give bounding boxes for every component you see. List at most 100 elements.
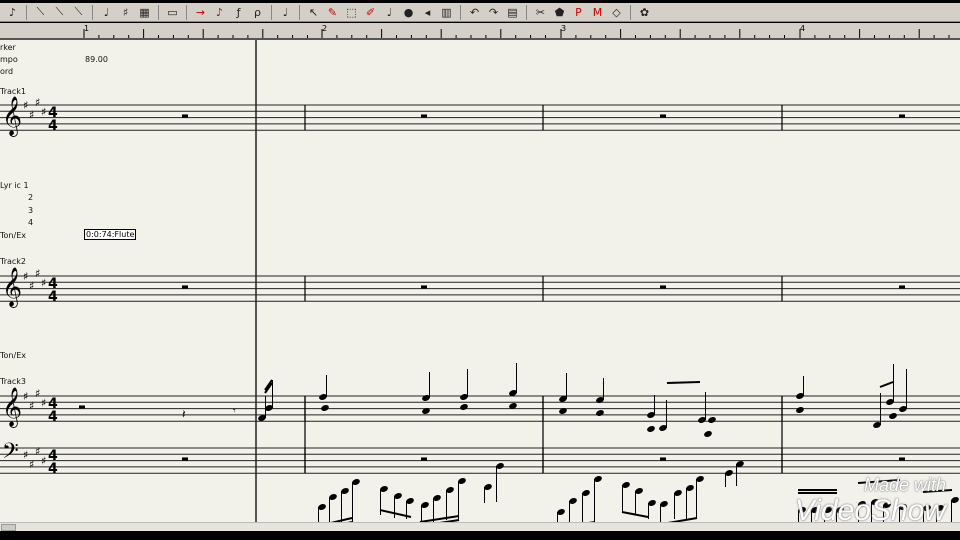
volume-select-icon[interactable]: ◂ (419, 4, 436, 21)
note-head (596, 410, 604, 416)
scrollbar-thumb[interactable] (1, 524, 16, 531)
pencil-icon[interactable]: ✎ (324, 4, 341, 21)
whole-rest-icon (660, 285, 666, 289)
treble-clef-icon: 𝄞 (2, 267, 22, 308)
track1-label[interactable]: Track1 (0, 87, 26, 96)
toolbar-separator (299, 4, 300, 20)
note-head (321, 405, 329, 411)
sharp-icon: ♯ (41, 105, 46, 118)
cut-icon[interactable]: ✂ (532, 4, 549, 21)
piano-select-icon[interactable]: ▥ (438, 4, 455, 21)
note-select-icon[interactable]: ♩ (381, 4, 398, 21)
whole-rest-icon (899, 457, 905, 461)
ruler-measure-3: 3 (561, 24, 567, 33)
forte-icon[interactable]: ƒ (230, 4, 247, 21)
tonex-label-1: Ton/Ex (0, 231, 26, 240)
note-head (460, 404, 468, 410)
toolbar-separator (526, 4, 527, 20)
sharp-icon: ♯ (35, 267, 40, 280)
sharp-icon: ♯ (29, 458, 34, 471)
sharp-icon: ♯ (41, 455, 46, 468)
note-head (708, 417, 716, 423)
lyric-label-4: 4 (28, 218, 34, 227)
toolbar-separator (158, 4, 159, 20)
quarter-notes-icon[interactable]: ♩ (98, 4, 115, 21)
sharp-icon: ♯ (35, 387, 40, 400)
lyric-label-2: 2 (28, 193, 34, 202)
time-signature-bottom: 4 (48, 289, 58, 305)
arrow-right-icon[interactable]: → (192, 4, 209, 21)
slur-icon-2[interactable]: ⟍ (51, 4, 68, 21)
piano-icon[interactable]: ρ (249, 4, 266, 21)
tone-event-flute[interactable]: 0:0:74:Flute (84, 229, 137, 240)
transpose-icon[interactable]: ♯ (117, 4, 134, 21)
redo-icon[interactable]: ↷ (485, 4, 502, 21)
bass-clef-icon: 𝄢 (2, 439, 19, 469)
grid-icon[interactable]: ▦ (136, 4, 153, 21)
whole-rest-icon (421, 285, 427, 289)
toolbar-separator (26, 4, 27, 20)
sharp-icon: ♯ (41, 276, 46, 289)
palette-icon[interactable]: ✿ (636, 4, 653, 21)
toolbar-separator (92, 4, 93, 20)
whole-rest-icon (421, 457, 427, 461)
note-head (647, 426, 655, 432)
page-down-icon[interactable]: P (570, 4, 587, 21)
whole-rest-icon (660, 114, 666, 118)
track3-label[interactable]: Track3 (0, 377, 26, 386)
whole-rest-icon (182, 114, 188, 118)
quarter-rest-icon: 𝄽 (182, 407, 186, 421)
whole-rest-icon (79, 405, 85, 409)
slur-icon-3[interactable]: ⟍ (70, 4, 87, 21)
measure-down-icon[interactable]: M (589, 4, 606, 21)
sharp-icon: ♯ (41, 396, 46, 409)
play-step-icon[interactable]: ♪ (211, 4, 228, 21)
select-region-icon[interactable]: ⬚ (343, 4, 360, 21)
sharp-icon: ♯ (29, 108, 34, 121)
color-select-icon[interactable]: ● (400, 4, 417, 21)
select-arrow-icon[interactable]: ↖ (305, 4, 322, 21)
measure-ruler[interactable]: 1 2 3 4 (0, 23, 960, 40)
keyboard-icon[interactable]: ▭ (164, 4, 181, 21)
lyric-label-1: Lyr ic 1 (0, 181, 29, 190)
watermark-line2: VideoShow (794, 494, 946, 527)
whole-rest-icon (182, 285, 188, 289)
note-head (796, 407, 804, 413)
time-signature-bottom: 4 (48, 461, 58, 477)
toolbar-separator (271, 4, 272, 20)
note-beam (879, 381, 894, 388)
tonex-label-2: Ton/Ex (0, 351, 26, 360)
eraser-icon[interactable]: ◇ (608, 4, 625, 21)
note-box-icon[interactable]: ♩ (277, 4, 294, 21)
note-beam (666, 381, 701, 384)
sharp-icon: ♯ (35, 96, 40, 109)
undo-icon[interactable]: ↶ (466, 4, 483, 21)
lyric-label-3: 3 (28, 206, 34, 215)
time-signature-bottom: 4 (48, 118, 58, 134)
slur-icon[interactable]: ⟍ (32, 4, 49, 21)
ruler-measure-4: 4 (800, 24, 806, 33)
whole-rest-icon (899, 285, 905, 289)
sharp-icon: ♯ (23, 99, 28, 112)
tempo-label: mpo (0, 55, 18, 64)
note-head (889, 413, 897, 419)
marker-label: rker (0, 43, 16, 52)
eraser-pen-icon[interactable]: ✐ (362, 4, 379, 21)
paste-icon[interactable]: ⬟ (551, 4, 568, 21)
toolbar-separator (460, 4, 461, 20)
sharp-icon: ♯ (29, 279, 34, 292)
eighth-rest-icon: 𝄾 (233, 406, 236, 417)
sharp-icon: ♯ (29, 399, 34, 412)
score-area[interactable]: 𝄞 ♯ ♯ ♯ ♯ 4 4 𝄞 ♯ ♯ ♯ ♯ 4 4 𝄞 ♯ ♯ ♯ ♯ 4 4 𝄢 ♯ ♯ ♯ ♯ 4 4 𝄽 𝄾 rker mpo … (0, 40, 960, 522)
sharp-icon: ♯ (35, 445, 40, 458)
ruler-measure-1: 1 (84, 24, 90, 33)
chord-label: ord (0, 67, 14, 76)
score-canvas[interactable]: 𝄞 ♯♯♯♯ 44𝄞 ♯♯♯♯ 44𝄞 ♯♯♯♯ 44𝄢 ♯♯♯♯ 44𝄽 𝄾 (0, 40, 960, 522)
save-icon[interactable]: ▤ (504, 4, 521, 21)
toolbar: ♪ ⟍ ⟍ ⟍ ♩ ♯ ▦ ▭ → ♪ ƒ ρ ♩ ↖ ✎ ⬚ ✐ ♩ ● ◂ ▥ ↶ ↷ ▤ ✂ ⬟ P M ◇ ✿ (0, 3, 960, 22)
tempo-value[interactable]: 89.00 (85, 55, 108, 64)
sharp-icon: ♯ (23, 390, 28, 403)
track2-label[interactable]: Track2 (0, 257, 26, 266)
note-icon[interactable]: ♪ (4, 4, 21, 21)
time-signature-bottom: 4 (48, 409, 58, 425)
